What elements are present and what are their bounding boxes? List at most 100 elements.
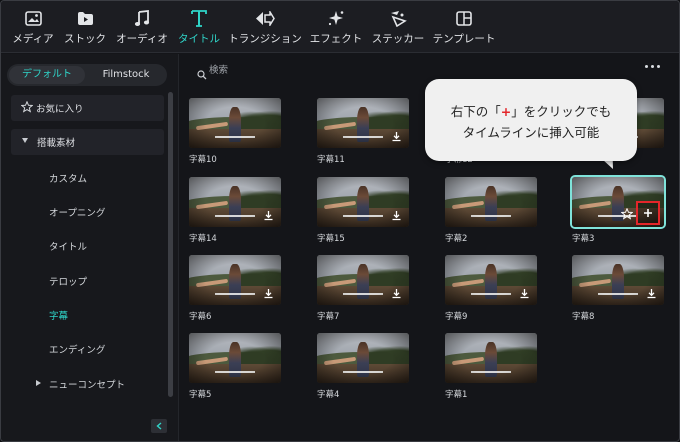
thumbnail [445, 333, 537, 383]
sidebar-item-new-concept[interactable]: ニューコンセプト [49, 377, 125, 391]
tab-template[interactable]: テンプレート [431, 1, 497, 53]
thumbnail [189, 177, 281, 227]
add-to-timeline-button[interactable] [636, 201, 660, 225]
sidebar: デフォルト Filmstock お気に入り 搭載素材 カスタム オープニング タ… [1, 54, 179, 441]
tile-name: 字幕11 [317, 155, 345, 165]
title-tile[interactable]: 字幕10 [189, 98, 281, 165]
thumbnail [317, 177, 409, 227]
tab-titles[interactable]: タイトル [175, 1, 223, 53]
thumbnail [317, 333, 409, 383]
sidebar-item-favorites[interactable]: お気に入り [11, 95, 164, 121]
plus-icon [644, 209, 652, 217]
tab-stock[interactable]: ストック [61, 1, 109, 53]
app-window: メディア ストック オーディオ タイトル トランジション エフェクト ステッカー… [0, 0, 680, 442]
sticker-icon [388, 8, 408, 28]
thumbnail [570, 175, 666, 229]
thumbnail [317, 255, 409, 305]
tab-sticker-label: ステッカー [371, 33, 425, 45]
stock-icon [75, 8, 95, 28]
download-icon[interactable] [263, 288, 274, 299]
tab-media[interactable]: メディア [9, 1, 57, 53]
title-tile[interactable]: 字幕11 [317, 98, 409, 165]
title-tile[interactable]: 字幕15 [317, 177, 409, 244]
tab-stock-label: ストック [64, 33, 106, 45]
title-tile[interactable]: 字幕14 [189, 177, 281, 244]
tile-name: 字幕10 [189, 155, 217, 165]
title-tile[interactable]: 字幕6 [189, 255, 281, 322]
tile-name: 字幕1 [445, 390, 468, 400]
tab-media-label: メディア [12, 33, 54, 45]
download-icon[interactable] [646, 288, 657, 299]
sidebar-item-favorites-label: お気に入り [36, 104, 84, 115]
tab-filmstock[interactable]: Filmstock [87, 64, 165, 86]
search-icon [197, 65, 207, 84]
chevron-right-icon [36, 380, 41, 386]
thumbnail [317, 98, 409, 148]
thumbnail [572, 255, 664, 305]
tile-name: 字幕5 [189, 390, 212, 400]
sidebar-item-title[interactable]: タイトル [49, 239, 87, 253]
thumbnail [189, 98, 281, 148]
tile-name: 字幕8 [572, 312, 595, 322]
library-tab-switch: デフォルト Filmstock [7, 64, 167, 86]
media-icon [23, 8, 43, 28]
download-icon[interactable] [519, 288, 530, 299]
title-tile[interactable]: 字幕1 [445, 333, 537, 400]
callout-bubble: 右下の「+」をクリックでも タイムラインに挿入可能 [425, 79, 637, 161]
tile-name: 字幕9 [445, 312, 468, 322]
title-tile[interactable]: 字幕2 [445, 177, 537, 244]
tile-name: 字幕15 [317, 234, 345, 244]
title-tile[interactable]: 字幕7 [317, 255, 409, 322]
tab-audio-label: オーディオ [116, 33, 168, 45]
download-icon[interactable] [391, 131, 402, 142]
tab-sticker[interactable]: ステッカー [369, 1, 427, 53]
tab-audio[interactable]: オーディオ [113, 1, 171, 53]
sidebar-item-custom[interactable]: カスタム [49, 171, 87, 185]
search-input[interactable] [209, 63, 389, 77]
tab-default[interactable]: デフォルト [9, 66, 85, 84]
sidebar-category-label: 搭載素材 [37, 138, 76, 149]
thumbnail [189, 255, 281, 305]
title-tile-selected[interactable]: 字幕3 [570, 175, 666, 244]
title-tile[interactable]: 字幕8 [572, 255, 664, 322]
callout-line-2: タイムラインに挿入可能 [462, 125, 600, 140]
thumbnail [189, 333, 281, 383]
download-icon[interactable] [263, 210, 274, 221]
tab-transition[interactable]: トランジション [227, 1, 303, 53]
tile-name: 字幕7 [317, 312, 340, 322]
thumbnail [445, 255, 537, 305]
download-icon[interactable] [391, 288, 402, 299]
tile-name: 字幕3 [572, 234, 595, 244]
sidebar-scrollbar[interactable] [168, 92, 173, 397]
tile-name: 字幕4 [317, 390, 340, 400]
collapse-sidebar-button[interactable] [151, 419, 167, 433]
more-options-icon[interactable] [645, 65, 660, 68]
tab-titles-label: タイトル [178, 33, 220, 45]
title-tile[interactable]: 字幕4 [317, 333, 409, 400]
template-icon [454, 8, 474, 28]
title-tile[interactable]: 字幕9 [445, 255, 537, 322]
tile-name: 字幕2 [445, 234, 468, 244]
sidebar-item-subtitles[interactable]: 字幕 [49, 308, 68, 322]
tab-template-label: テンプレート [432, 33, 496, 45]
title-t-icon [189, 8, 209, 28]
transition-icon [255, 8, 275, 28]
sidebar-item-ending[interactable]: エンディング [49, 342, 105, 356]
star-icon[interactable] [621, 208, 633, 220]
title-tile[interactable]: 字幕5 [189, 333, 281, 400]
thumbnail [445, 177, 537, 227]
download-icon[interactable] [391, 210, 402, 221]
sidebar-item-telop[interactable]: テロップ [49, 274, 87, 288]
tile-name: 字幕14 [189, 234, 217, 244]
callout-line-1: 右下の「+」をクリックでも [450, 104, 612, 119]
star-icon [20, 100, 34, 116]
sidebar-category-builtin[interactable]: 搭載素材 [11, 129, 164, 155]
callout-plus-mark: + [500, 104, 512, 119]
chevron-down-icon [22, 138, 28, 143]
top-toolbar: メディア ストック オーディオ タイトル トランジション エフェクト ステッカー… [1, 1, 679, 53]
sidebar-item-opening[interactable]: オープニング [49, 205, 105, 219]
tab-effect[interactable]: エフェクト [307, 1, 365, 53]
chevron-left-icon [156, 422, 162, 430]
tile-name: 字幕6 [189, 312, 212, 322]
tab-transition-label: トランジション [228, 33, 302, 45]
